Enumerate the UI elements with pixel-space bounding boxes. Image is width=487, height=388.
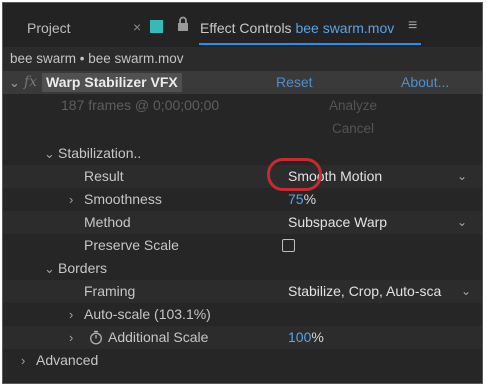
stabilization-section[interactable]: ⌄ Stabilization.. xyxy=(3,142,482,165)
borders-label: Borders xyxy=(58,260,108,276)
cancel-button[interactable]: Cancel xyxy=(308,117,398,140)
chevron-right-icon[interactable]: › xyxy=(69,303,73,326)
method-label: Method xyxy=(84,214,131,230)
chevron-down-icon[interactable]: ⌄ xyxy=(461,280,471,303)
about-link[interactable]: About... xyxy=(401,71,449,94)
advanced-section[interactable]: › Advanced xyxy=(3,349,482,372)
panel-menu-icon[interactable]: ≡ xyxy=(408,17,417,35)
smoothness-number[interactable]: 75 xyxy=(288,191,304,207)
tab-close-icon[interactable]: × xyxy=(133,19,141,35)
effect-name[interactable]: Warp Stabilizer VFX xyxy=(42,73,182,92)
additional-scale-unit: % xyxy=(311,329,324,345)
effect-controls-panel: Project × Effect Controls bee swarm.mov … xyxy=(2,2,483,384)
reset-link[interactable]: Reset xyxy=(276,71,313,94)
method-row: Method Subspace Warp ⌄ xyxy=(3,211,482,234)
additional-scale-label: Additional Scale xyxy=(108,329,209,345)
smoothness-highlight-ring xyxy=(267,158,322,191)
chevron-down-icon[interactable]: ⌄ xyxy=(44,142,55,165)
tab-clip-name: bee swarm.mov xyxy=(295,20,395,36)
preserve-scale-row: Preserve Scale xyxy=(3,234,482,257)
tab-effect-controls[interactable]: Effect Controls bee swarm.mov xyxy=(200,20,394,36)
fx-icon[interactable]: fx xyxy=(24,71,37,94)
result-row: Result Smooth Motion ⌄ xyxy=(3,165,482,188)
lock-icon[interactable] xyxy=(176,16,190,32)
chevron-right-icon[interactable]: › xyxy=(69,326,73,349)
framing-dropdown[interactable]: Stabilize, Crop, Auto-sca xyxy=(288,280,441,303)
chevron-right-icon[interactable]: › xyxy=(21,349,25,372)
analyze-button[interactable]: Analyze xyxy=(308,94,398,117)
tab-project[interactable]: Project xyxy=(27,20,71,36)
label-color-swatch xyxy=(150,20,163,33)
chevron-down-icon[interactable]: ⌄ xyxy=(457,165,467,188)
borders-section[interactable]: ⌄ Borders xyxy=(3,257,482,280)
preserve-scale-label: Preserve Scale xyxy=(84,237,179,253)
chevron-down-icon[interactable]: ⌄ xyxy=(44,257,55,280)
chevron-down-icon[interactable]: ⌄ xyxy=(9,71,20,94)
smoothness-label: Smoothness xyxy=(84,191,162,207)
chevron-right-icon[interactable]: › xyxy=(69,188,73,211)
framing-row: Framing Stabilize, Crop, Auto-sca ⌄ xyxy=(3,280,482,303)
auto-scale-label: Auto-scale (103.1%) xyxy=(84,306,211,322)
method-dropdown[interactable]: Subspace Warp xyxy=(288,211,387,234)
preserve-scale-checkbox[interactable] xyxy=(282,239,295,252)
breadcrumb: bee swarm • bee swarm.mov xyxy=(3,47,482,71)
smoothness-row: › Smoothness 75% xyxy=(3,188,482,211)
additional-scale-number[interactable]: 100 xyxy=(288,329,311,345)
tab-effect-controls-title: Effect Controls xyxy=(200,20,292,36)
additional-scale-value[interactable]: 100% xyxy=(288,326,324,349)
stopwatch-icon[interactable] xyxy=(89,330,103,345)
result-label: Result xyxy=(84,168,124,184)
cancel-row: Cancel xyxy=(3,117,482,140)
analyze-row: 187 frames @ 0;00;00;00 Analyze xyxy=(3,94,482,117)
effect-header-row[interactable]: ⌄ fx Warp Stabilizer VFX Reset About... xyxy=(3,71,482,94)
advanced-label: Advanced xyxy=(36,352,99,368)
additional-scale-row: › Additional Scale 100% xyxy=(3,326,482,349)
active-tab-indicator xyxy=(199,43,421,45)
framing-label: Framing xyxy=(84,283,136,299)
smoothness-unit: % xyxy=(303,191,317,207)
chevron-down-icon[interactable]: ⌄ xyxy=(457,211,467,234)
stabilization-label: Stabilization.. xyxy=(58,145,142,161)
smoothness-value[interactable]: 75% xyxy=(288,188,316,211)
analysis-status: 187 frames @ 0;00;00;00 xyxy=(61,97,220,113)
panel-tab-bar: Project × Effect Controls bee swarm.mov … xyxy=(3,3,482,47)
auto-scale-row: › Auto-scale (103.1%) xyxy=(3,303,482,326)
